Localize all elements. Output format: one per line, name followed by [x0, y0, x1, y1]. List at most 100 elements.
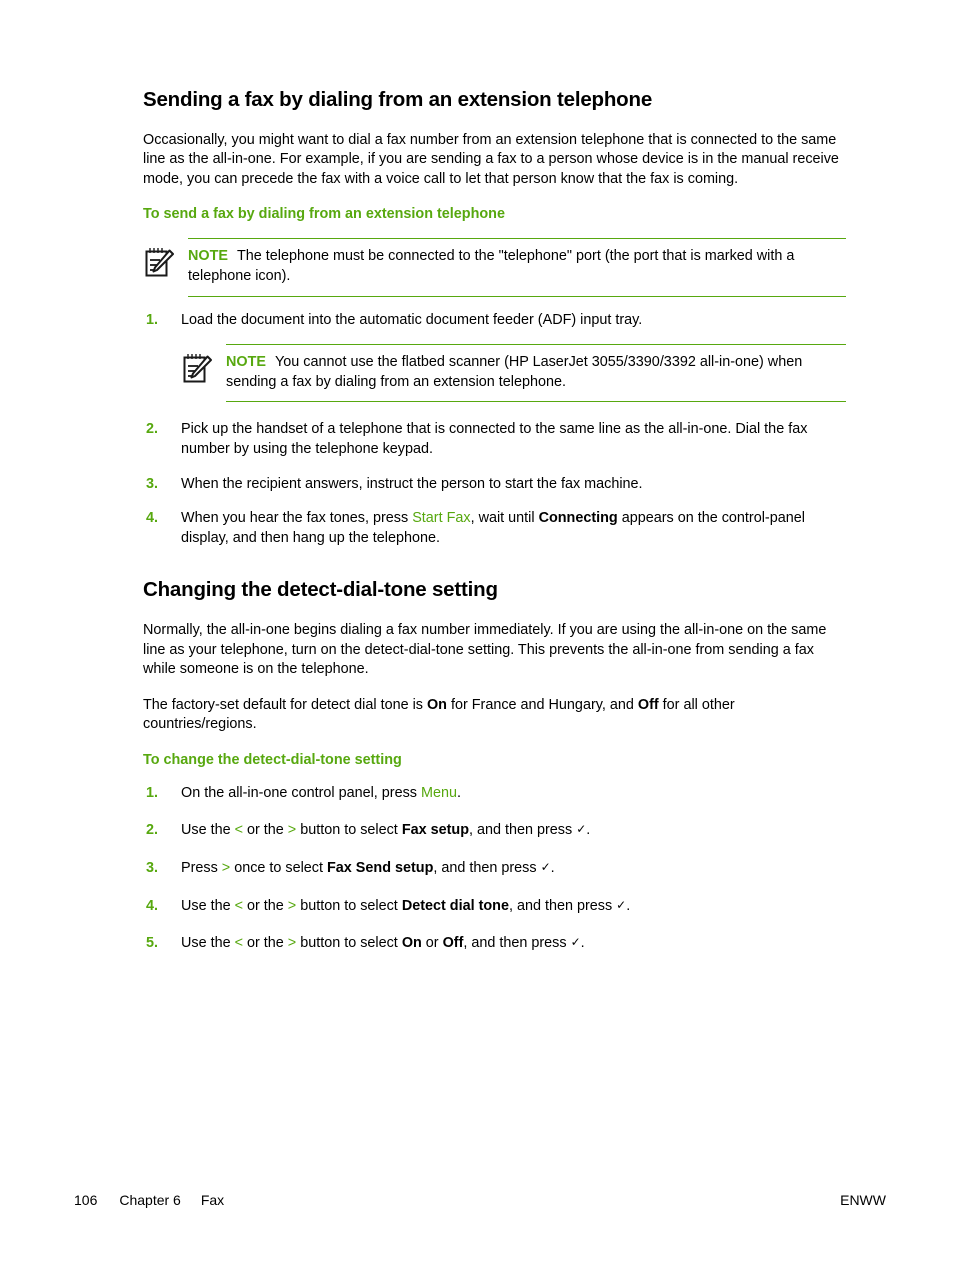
step-text-part: .	[626, 897, 631, 914]
control-key-menu: Menu	[420, 784, 457, 801]
step-text: Press > once to select Fax Send setup, a…	[181, 859, 846, 879]
step-text-part: button to select	[296, 822, 402, 839]
control-key-left-arrow: <	[234, 822, 243, 839]
step-text: Use the < or the > button to select Fax …	[181, 821, 846, 841]
step-text-part: , and then press	[469, 822, 577, 839]
step-text-part: , and then press	[433, 860, 541, 877]
step-number: 1.	[146, 784, 159, 801]
step-text-part: , and then press	[463, 935, 571, 952]
control-key-right-arrow: >	[221, 860, 231, 877]
note-text: You cannot use the flatbed scanner (HP L…	[226, 354, 803, 390]
section2-title: Changing the detect-dial-tone setting	[143, 578, 498, 602]
list-item: 2. Pick up the handset of a telephone th…	[143, 420, 846, 459]
paragraph-text-part: for France and Hungary, and	[446, 696, 638, 713]
page-title: Sending a fax by dialing from an extensi…	[143, 88, 653, 111]
step-number: 4.	[146, 897, 159, 914]
checkmark-icon: ✓	[576, 822, 587, 837]
list-item: 4. When you hear the fax tones, press St…	[143, 509, 846, 548]
step-text-part: .	[456, 784, 461, 801]
step-text-part: Press	[181, 860, 222, 877]
list-item: 3. Press > once to select Fax Send setup…	[143, 859, 846, 879]
setting-value-off: Off	[442, 935, 464, 952]
note-box-telephone-port: NOTE The telephone must be connected to t…	[143, 238, 846, 297]
step-number: 5.	[146, 935, 159, 952]
control-key-left-arrow: <	[234, 935, 243, 952]
footer-left: 106 Chapter 6 Fax	[74, 1192, 224, 1208]
note-label: NOTE	[226, 354, 266, 371]
step-text-part: Use the	[181, 897, 235, 914]
page-content: Sending a fax by dialing from an extensi…	[143, 88, 846, 972]
document-page: Sending a fax by dialing from an extensi…	[0, 0, 954, 1270]
step-text-part: button to select	[296, 935, 402, 952]
step-text-part: or	[421, 935, 443, 952]
step-text: When you hear the fax tones, press Start…	[181, 509, 846, 548]
menu-item-fax-send-setup: Fax Send setup	[327, 860, 434, 877]
step-text-part: When you hear the fax tones, press	[181, 510, 413, 527]
section2-paragraph-1: Normally, the all-in-one begins dialing …	[143, 621, 827, 678]
section2-paragraph-2: The factory-set default for detect dial …	[143, 696, 846, 735]
note-pencil-icon	[181, 352, 215, 386]
control-key-right-arrow: >	[287, 897, 297, 914]
setting-value-on: On	[401, 935, 422, 952]
footer-page-number: 106	[74, 1192, 98, 1208]
control-key-right-arrow: >	[287, 935, 297, 952]
step-text-part: button to select	[296, 897, 402, 914]
step-text: On the all-in-one control panel, press M…	[181, 784, 846, 804]
step-text: Pick up the handset of a telephone that …	[181, 421, 808, 457]
step-text: Use the < or the > button to select On o…	[181, 934, 846, 954]
step-text-part: , and then press	[508, 897, 617, 914]
note-label: NOTE	[188, 248, 228, 265]
step-text: Load the document into the automatic doc…	[181, 311, 643, 328]
note-pencil-icon	[143, 246, 177, 280]
step-text-part: or the	[243, 897, 288, 914]
checkmark-icon: ✓	[570, 935, 581, 950]
paragraph-text-part: The factory-set default for detect dial …	[143, 696, 427, 713]
step-text-part: or the	[243, 822, 288, 839]
footer-chapter: Chapter 6	[119, 1192, 181, 1208]
note-body: NOTE The telephone must be connected to t…	[188, 238, 846, 297]
section1-steps-list: 1. Load the document into the automatic …	[143, 311, 846, 331]
list-item: 3. When the recipient answers, instruct …	[143, 475, 846, 495]
checkmark-icon: ✓	[540, 860, 551, 875]
note-text: The telephone must be connected to the "…	[188, 248, 795, 284]
step-text: Use the < or the > button to select Dete…	[181, 897, 846, 917]
step-number: 3.	[146, 475, 159, 492]
list-item: 1. Load the document into the automatic …	[143, 311, 846, 331]
step-text-part: On the all-in-one control panel, press	[181, 784, 421, 801]
section1-steps-list-continued: 2. Pick up the handset of a telephone th…	[143, 420, 846, 548]
step-number: 3.	[146, 860, 159, 877]
step-text: When the recipient answers, instruct the…	[181, 475, 643, 492]
list-item: 5. Use the < or the > button to select O…	[143, 934, 846, 954]
step-text-part: .	[580, 935, 585, 952]
list-item: 2. Use the < or the > button to select F…	[143, 821, 846, 841]
page-footer: 106 Chapter 6 Fax ENWW	[0, 1192, 954, 1216]
note-body: NOTE You cannot use the flatbed scanner (…	[226, 344, 846, 403]
control-key-start-fax: Start Fax	[412, 510, 471, 527]
step-text-part: once to select	[230, 860, 327, 877]
step-number: 1.	[146, 311, 159, 328]
section1-intro-paragraph: Occasionally, you might want to dial a f…	[143, 131, 839, 187]
footer-locale: ENWW	[840, 1192, 886, 1208]
control-key-left-arrow: <	[234, 897, 243, 914]
section2-steps-list: 1. On the all-in-one control panel, pres…	[143, 784, 846, 954]
step-number: 2.	[146, 421, 159, 438]
control-key-right-arrow: >	[287, 822, 297, 839]
note-box-flatbed-scanner: NOTE You cannot use the flatbed scanner (…	[181, 344, 846, 403]
section1-procedure-heading: To send a fax by dialing from an extensi…	[143, 206, 505, 223]
list-item: 4. Use the < or the > button to select D…	[143, 897, 846, 917]
menu-item-fax-setup: Fax setup	[401, 822, 469, 839]
list-item: 1. On the all-in-one control panel, pres…	[143, 784, 846, 804]
step-number: 2.	[146, 822, 159, 839]
setting-value-off: Off	[637, 696, 659, 713]
step-number: 4.	[146, 510, 159, 527]
step-text-part: Use the	[181, 822, 235, 839]
section2-procedure-heading: To change the detect-dial-tone setting	[143, 751, 402, 768]
checkmark-icon: ✓	[616, 897, 627, 912]
step-text-part: .	[586, 822, 591, 839]
display-message-connecting: Connecting	[538, 510, 618, 527]
setting-value-on: On	[426, 696, 447, 713]
menu-item-detect-dial-tone: Detect dial tone	[401, 897, 509, 914]
step-text-part: .	[550, 860, 555, 877]
step-text-part: or the	[243, 935, 288, 952]
footer-chapter-title: Fax	[200, 1192, 225, 1208]
